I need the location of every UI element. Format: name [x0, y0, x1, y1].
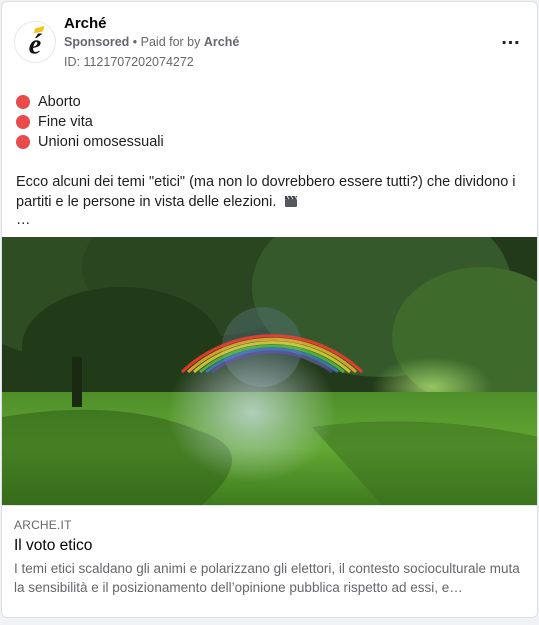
- post-text: Aborto Fine vita Unioni omosessuali Ecco…: [2, 82, 537, 232]
- ad-id: ID: 1121707202074272: [64, 55, 194, 69]
- topic-label: Fine vita: [38, 114, 93, 130]
- sponsored-post-card: é Arché Sponsored • Paid for by Arché ID…: [1, 1, 538, 618]
- topic-label: Unioni omosessuali: [38, 134, 164, 150]
- red-circle-icon: [16, 95, 30, 109]
- meta-separator: •: [129, 35, 141, 49]
- link-preview[interactable]: ARCHE.IT Il voto etico I temi etici scal…: [2, 505, 537, 617]
- link-title[interactable]: Il voto etico: [14, 537, 527, 555]
- post-paragraph-text: Ecco alcuni dei temi "etici" (ma non lo …: [16, 174, 516, 210]
- topic-item: Unioni omosessuali: [16, 132, 523, 152]
- park-rainbow-photo: [2, 237, 537, 505]
- paid-for-name: Arché: [203, 35, 240, 49]
- topic-item: Aborto: [16, 92, 523, 112]
- topic-item: Fine vita: [16, 112, 523, 132]
- arche-logo-icon: é: [15, 22, 55, 62]
- more-options-button[interactable]: …: [499, 27, 523, 54]
- more-horizontal-icon: …: [500, 27, 522, 49]
- page-name[interactable]: Arché: [64, 15, 107, 32]
- post-header: é Arché Sponsored • Paid for by Arché ID…: [2, 2, 537, 82]
- see-more-ellipsis[interactable]: …: [16, 212, 523, 232]
- post-paragraph: Ecco alcuni dei temi "etici" (ma non lo …: [16, 172, 523, 212]
- sponsored-meta: Sponsored • Paid for by Arché: [64, 35, 239, 49]
- svg-text:é: é: [29, 29, 43, 60]
- avatar[interactable]: é: [14, 21, 56, 63]
- topic-label: Aborto: [38, 94, 81, 110]
- red-circle-icon: [16, 115, 30, 129]
- clapper-board-icon: [285, 195, 298, 207]
- sponsored-label: Sponsored: [64, 35, 130, 49]
- paid-for-prefix: Paid for by: [140, 35, 204, 49]
- red-circle-icon: [16, 135, 30, 149]
- post-image[interactable]: [2, 237, 537, 505]
- link-description: I temi etici scaldano gli animi e polari…: [14, 561, 520, 595]
- link-domain: ARCHE.IT: [14, 518, 72, 532]
